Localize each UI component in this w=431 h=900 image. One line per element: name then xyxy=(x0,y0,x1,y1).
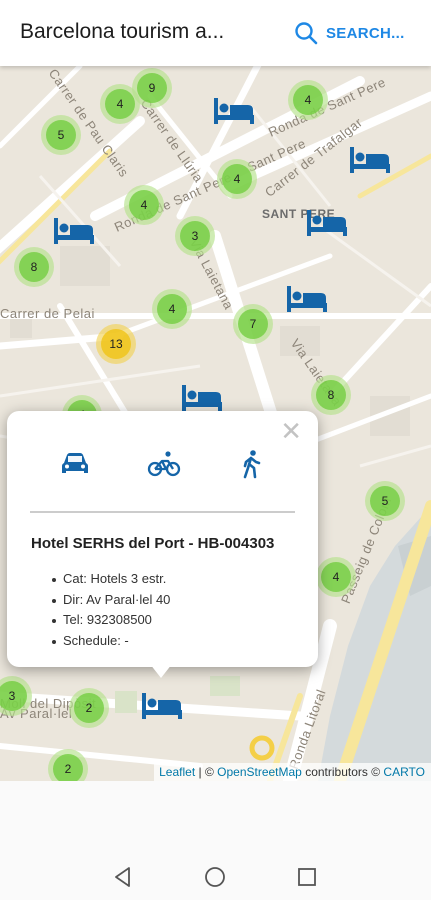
cluster-marker[interactable]: 7 xyxy=(233,304,273,344)
cluster-count: 4 xyxy=(222,164,252,194)
cluster-marker[interactable]: 5 xyxy=(365,481,405,521)
system-nav-bar xyxy=(0,852,431,900)
cluster-count: 4 xyxy=(105,89,135,119)
bicycle-icon xyxy=(147,451,181,477)
carto-link[interactable]: CARTO xyxy=(383,765,425,779)
cluster-count: 2 xyxy=(74,693,104,723)
cluster-count: 4 xyxy=(129,190,159,220)
hotel-marker[interactable] xyxy=(213,96,255,126)
hotel-phone: Tel: 932308500 xyxy=(51,612,170,633)
hotel-title: Hotel SERHS del Port - HB-004303 xyxy=(31,535,275,552)
cluster-count: 9 xyxy=(137,73,167,103)
car-icon xyxy=(62,453,88,473)
car-route-button[interactable] xyxy=(58,449,92,479)
cluster-marker[interactable]: 4 xyxy=(152,289,192,329)
bed-icon xyxy=(182,385,222,411)
cluster-count: 8 xyxy=(19,252,49,282)
hotel-marker[interactable] xyxy=(53,216,95,246)
bed-icon xyxy=(214,98,254,124)
back-icon xyxy=(115,867,130,887)
app-title: Barcelona tourism a... xyxy=(20,20,225,43)
cluster-count: 3 xyxy=(0,681,27,711)
street-label: Carrer de Pelai xyxy=(0,306,95,321)
hotel-marker[interactable] xyxy=(141,691,183,721)
cluster-count: 13 xyxy=(101,329,131,359)
cluster-count: 4 xyxy=(321,562,351,592)
home-button[interactable] xyxy=(204,866,226,893)
openstreetmap-link[interactable]: OpenStreetMap xyxy=(217,765,302,779)
home-icon xyxy=(205,867,225,887)
cluster-marker[interactable]: 8 xyxy=(14,247,54,287)
hotel-category: Cat: Hotels 3 estr. xyxy=(51,571,170,592)
cluster-marker[interactable]: 4 xyxy=(288,80,328,120)
bed-icon xyxy=(307,210,347,236)
cluster-marker[interactable]: 4 xyxy=(100,84,140,124)
bed-icon xyxy=(287,286,327,312)
cluster-count: 7 xyxy=(238,309,268,339)
map-attribution: Leaflet | © OpenStreetMap contributors ©… xyxy=(154,763,431,781)
bed-icon xyxy=(142,693,182,719)
cluster-count: 5 xyxy=(46,120,76,150)
cluster-marker[interactable]: 5 xyxy=(41,115,81,155)
cluster-count: 4 xyxy=(157,294,187,324)
cluster-marker[interactable]: 4 xyxy=(124,185,164,225)
hotel-address: Dir: Av Paral·lel 40 xyxy=(51,592,170,613)
hotel-marker[interactable] xyxy=(181,383,223,413)
cluster-marker[interactable]: 13 xyxy=(96,324,136,364)
hotel-marker[interactable] xyxy=(349,145,391,175)
search-button[interactable]: SEARCH... xyxy=(294,20,405,46)
hotel-marker[interactable] xyxy=(306,208,348,238)
attribution-separator: | © xyxy=(198,765,214,779)
search-icon xyxy=(295,22,318,45)
leaflet-link[interactable]: Leaflet xyxy=(159,765,195,779)
recents-button[interactable] xyxy=(296,866,318,893)
cluster-marker[interactable]: 8 xyxy=(311,375,351,415)
recents-icon xyxy=(298,868,316,886)
cluster-marker[interactable]: 3 xyxy=(175,216,215,256)
search-label: SEARCH... xyxy=(326,24,405,42)
popup-divider xyxy=(30,511,295,513)
close-popup-button[interactable]: ✕ xyxy=(280,419,302,445)
walking-icon xyxy=(243,450,261,479)
attribution-contributors: contributors © xyxy=(305,765,381,779)
cluster-count: 5 xyxy=(370,486,400,516)
cluster-marker[interactable]: 4 xyxy=(217,159,257,199)
bicycle-route-button[interactable] xyxy=(147,449,181,479)
bed-icon xyxy=(350,147,390,173)
app-bar: Barcelona tourism a... SEARCH... xyxy=(0,0,431,66)
walking-route-button[interactable] xyxy=(235,449,269,479)
bed-icon xyxy=(54,218,94,244)
cluster-count: 8 xyxy=(316,380,346,410)
hotel-marker[interactable] xyxy=(286,284,328,314)
hotel-schedule: Schedule: - xyxy=(51,633,170,654)
cluster-marker[interactable]: 2 xyxy=(69,688,109,728)
popup-pointer xyxy=(150,664,172,678)
cluster-count: 4 xyxy=(293,85,323,115)
cluster-marker[interactable]: 4 xyxy=(316,557,356,597)
hotel-details: Cat: Hotels 3 estr. Dir: Av Paral·lel 40… xyxy=(51,571,170,654)
cluster-count: 3 xyxy=(180,221,210,251)
cluster-marker[interactable]: 2 xyxy=(48,749,88,781)
hotel-popup: ✕ Hotel SERHS del Port - HB-004303 Cat: … xyxy=(7,411,318,667)
cluster-count: 2 xyxy=(53,754,83,781)
back-button[interactable] xyxy=(112,866,134,893)
